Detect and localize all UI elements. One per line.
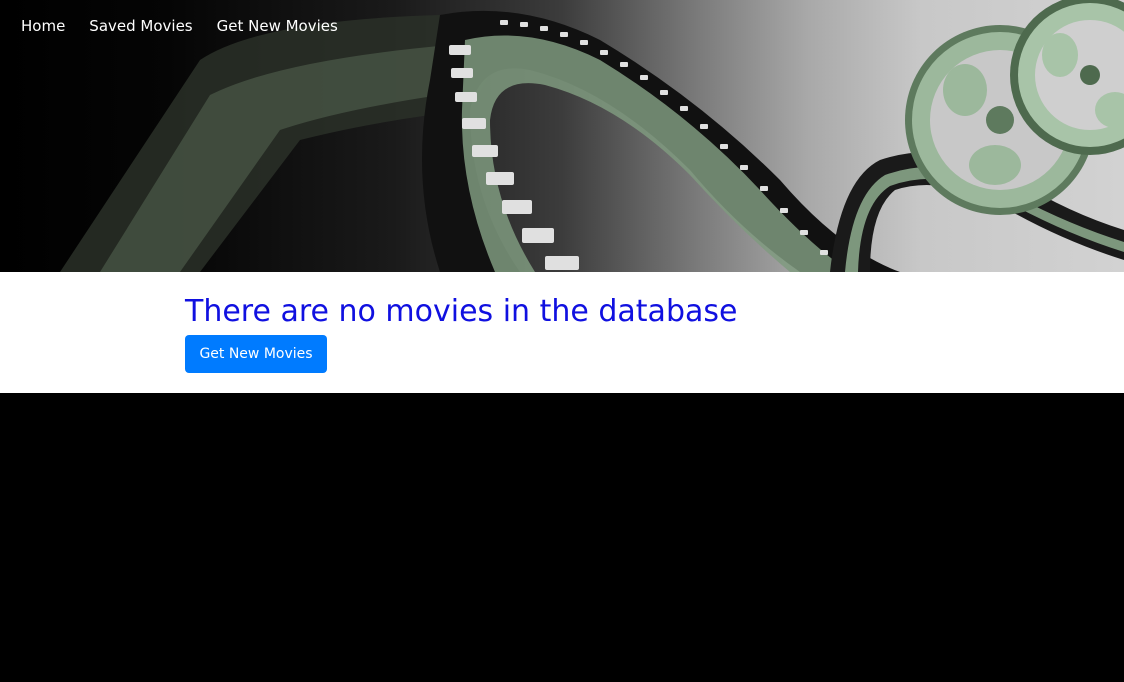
nav-get-new-movies[interactable]: Get New Movies [217,16,338,36]
nav-saved-movies[interactable]: Saved Movies [89,16,192,36]
get-new-movies-button[interactable]: Get New Movies [185,335,327,373]
nav-home[interactable]: Home [21,16,65,36]
top-nav: Home Saved Movies Get New Movies [21,16,338,36]
hero-banner: Home Saved Movies Get New Movies [0,0,1124,272]
main-content: There are no movies in the database Get … [0,272,1124,393]
page: Home Saved Movies Get New Movies There a… [0,0,1124,682]
film-reel-illustration [60,0,1124,272]
empty-state-heading: There are no movies in the database [185,294,738,329]
